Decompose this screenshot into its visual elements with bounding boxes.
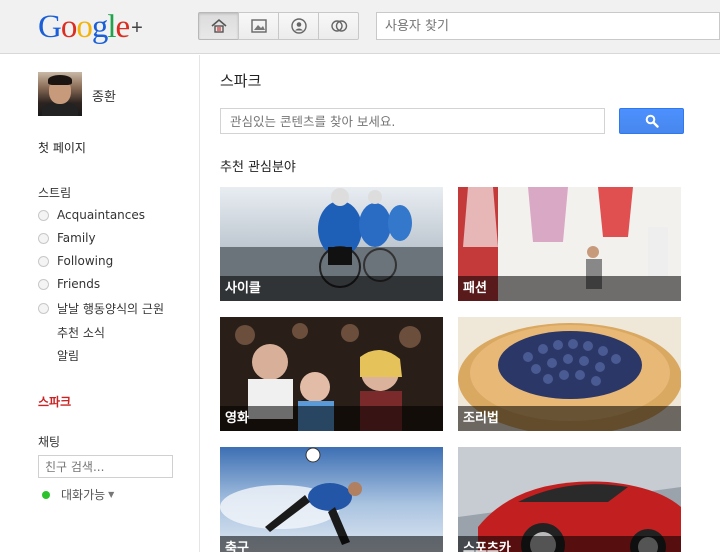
sidebar-circle-acquaintances[interactable]: Acquaintances bbox=[38, 208, 145, 222]
friend-search-input[interactable] bbox=[38, 455, 173, 478]
avatar[interactable] bbox=[38, 72, 82, 116]
card-label: 조리법 bbox=[458, 406, 681, 431]
photos-icon bbox=[250, 19, 267, 33]
circle-icon bbox=[38, 255, 49, 267]
nav-photos-button[interactable] bbox=[238, 12, 279, 40]
sidebar-item-sparks[interactable]: 스파크 bbox=[38, 393, 71, 410]
nav-circles-button[interactable] bbox=[318, 12, 359, 40]
interest-card-sports-cars[interactable]: 스포츠카 bbox=[458, 447, 681, 552]
chat-status-label: 대화가능 bbox=[61, 488, 106, 502]
chat-heading: 채팅 bbox=[38, 435, 61, 449]
sidebar: 종환 첫 페이지 스트림 Acquaintances Family Follow… bbox=[0, 55, 200, 552]
nav-home-button[interactable] bbox=[198, 12, 239, 40]
circle-icon bbox=[38, 209, 49, 221]
sparks-search-button[interactable] bbox=[619, 108, 684, 134]
circle-label: Following bbox=[57, 254, 114, 268]
chat-status-dropdown[interactable]: 대화가능 ▼ bbox=[42, 486, 114, 503]
circle-label: Family bbox=[57, 231, 96, 245]
interest-card-fashion[interactable]: 패션 bbox=[458, 187, 681, 301]
recommended-heading: 추천 관심분야 bbox=[220, 160, 296, 175]
interest-card-cycling[interactable]: 사이클 bbox=[220, 187, 443, 301]
circle-label: Friends bbox=[57, 277, 101, 291]
card-label: 패션 bbox=[458, 276, 681, 301]
logo-plus: + bbox=[131, 17, 143, 39]
sidebar-item-recommended[interactable]: 추천 소식 bbox=[57, 324, 105, 341]
interest-card-movies[interactable]: 영화 bbox=[220, 317, 443, 431]
google-plus-logo[interactable]: Google + bbox=[38, 7, 143, 48]
card-label: 축구 bbox=[220, 536, 443, 552]
sidebar-circle-friends[interactable]: Friends bbox=[38, 277, 100, 291]
sidebar-circle-following[interactable]: Following bbox=[38, 254, 113, 268]
circle-icon bbox=[38, 303, 49, 314]
profile-name[interactable]: 종환 bbox=[92, 86, 116, 105]
search-icon bbox=[645, 114, 659, 128]
stream-heading[interactable]: 스트림 bbox=[38, 184, 71, 201]
sidebar-circle-family[interactable]: Family bbox=[38, 231, 96, 245]
circle-label: 날날 행동양식의 근원 bbox=[57, 302, 164, 316]
sidebar-circle-custom[interactable]: 날날 행동양식의 근원 bbox=[38, 300, 164, 317]
circle-label: Acquaintances bbox=[57, 208, 146, 222]
chevron-down-icon: ▼ bbox=[108, 490, 115, 499]
card-label: 영화 bbox=[220, 406, 443, 431]
circles-icon bbox=[330, 20, 347, 32]
profile-icon bbox=[290, 18, 307, 34]
sidebar-item-notifications[interactable]: 알림 bbox=[57, 347, 79, 364]
page-title: 스파크 bbox=[220, 72, 262, 90]
sidebar-first-page-link[interactable]: 첫 페이지 bbox=[38, 139, 86, 156]
interest-card-soccer[interactable]: 축구 bbox=[220, 447, 443, 552]
logo-word: Google bbox=[38, 9, 130, 45]
nav-profile-button[interactable] bbox=[278, 12, 319, 40]
circle-icon bbox=[38, 232, 49, 244]
top-bar: Google + bbox=[0, 0, 720, 54]
online-status-icon bbox=[42, 490, 50, 499]
circle-icon bbox=[38, 278, 49, 290]
sparks-search-input[interactable] bbox=[220, 108, 605, 134]
card-label: 스포츠카 bbox=[458, 536, 681, 552]
people-search-input[interactable] bbox=[376, 12, 720, 40]
main-nav bbox=[198, 12, 359, 40]
home-icon bbox=[210, 18, 227, 33]
card-label: 사이클 bbox=[220, 276, 443, 301]
interest-card-recipes[interactable]: 조리법 bbox=[458, 317, 681, 431]
